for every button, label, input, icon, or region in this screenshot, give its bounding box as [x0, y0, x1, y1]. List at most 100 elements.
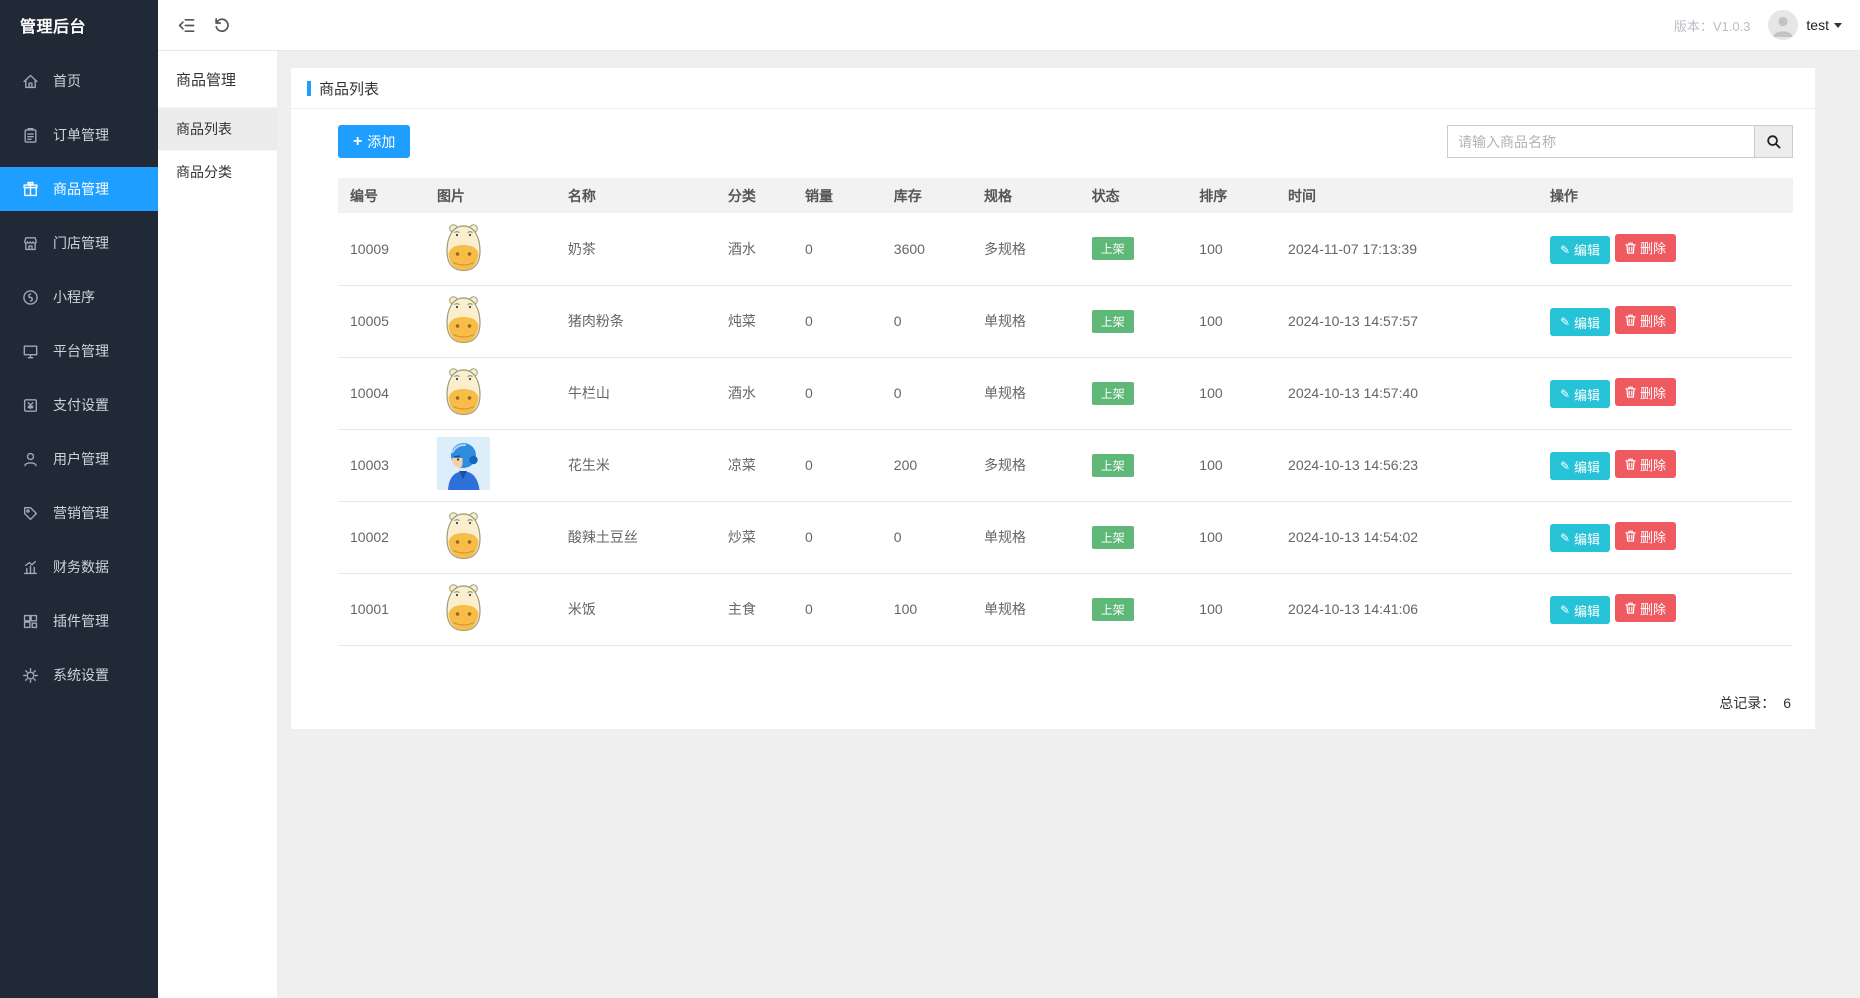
delete-button[interactable]: 删除: [1615, 522, 1677, 550]
product-time: 2024-10-13 14:41:06: [1288, 573, 1550, 646]
product-image-cell: [436, 573, 568, 646]
product-stock: 200: [893, 429, 984, 502]
product-image-cell: [436, 213, 568, 286]
row-actions: ✎ 编辑 删除: [1549, 357, 1793, 430]
collapse-menu-icon[interactable]: [168, 0, 204, 50]
header-image: 图片: [436, 178, 568, 213]
sidebar-item-products[interactable]: 商品管理: [0, 167, 158, 211]
delete-button[interactable]: 删除: [1615, 450, 1677, 478]
sidebar-item-payment[interactable]: 支付设置: [0, 383, 158, 427]
product-spec: 多规格: [983, 429, 1092, 502]
sidebar-item-miniapp[interactable]: 小程序: [0, 275, 158, 319]
product-sort: 100: [1199, 573, 1289, 646]
product-stock: 3600: [893, 213, 984, 286]
product-list-card: 商品列表 + 添加 请输入商品名称 编号 图片 名称 分类 销量 库存 规格 状…: [291, 68, 1815, 729]
product-time: 2024-10-13 14:57:40: [1288, 357, 1550, 430]
edit-button[interactable]: ✎ 编辑: [1549, 380, 1611, 408]
header-time: 时间: [1288, 178, 1550, 213]
delete-button[interactable]: 删除: [1615, 233, 1677, 262]
edit-button[interactable]: ✎ 编辑: [1549, 524, 1611, 552]
topbar: 版本：V1.0.3 test: [158, 0, 1860, 51]
product-category: 炒菜: [727, 501, 806, 574]
product-status-cell: 上架: [1091, 429, 1200, 502]
delete-button[interactable]: 删除: [1615, 378, 1677, 406]
delete-button[interactable]: 删除: [1615, 306, 1677, 334]
table-header-row: 编号 图片 名称 分类 销量 库存 规格 状态 排序 时间 操作: [338, 178, 1793, 213]
header-name: 名称: [567, 178, 728, 213]
pencil-icon: ✎: [1559, 387, 1570, 401]
sidebar-item-users[interactable]: 用户管理: [0, 437, 158, 481]
sidebar-item-label: 插件管理: [53, 613, 109, 629]
product-sales: 0: [805, 357, 894, 430]
product-spec: 单规格: [983, 285, 1092, 358]
product-image: [436, 365, 490, 418]
pencil-icon: ✎: [1559, 531, 1570, 545]
sidebar-item-label: 财务数据: [53, 559, 109, 575]
table-row: 10002 酸辣土豆丝 炒菜 0 0 单规格 上架 100 2024-10-13 14:54:…: [338, 501, 1793, 574]
total-records: 总记录： 6: [338, 646, 1793, 713]
user-menu[interactable]: test: [1768, 10, 1842, 40]
search-input[interactable]: [1447, 125, 1755, 158]
product-time: 2024-10-13 14:54:02: [1288, 501, 1550, 574]
submenu-title[interactable]: 商品管理: [158, 51, 277, 107]
sidebar-item-label: 首页: [53, 73, 81, 89]
edit-button[interactable]: ✎ 编辑: [1549, 452, 1611, 480]
sidebar-item-plugins[interactable]: 插件管理: [0, 599, 158, 643]
row-actions: ✎ 编辑 删除: [1549, 573, 1793, 646]
product-status-cell: 上架: [1091, 213, 1200, 286]
submenu-item-product-category[interactable]: 商品分类: [158, 150, 277, 193]
product-image: [436, 220, 490, 274]
edit-button[interactable]: ✎ 编辑: [1549, 308, 1611, 336]
delete-button[interactable]: 删除: [1615, 594, 1677, 622]
avatar-icon: [1768, 10, 1799, 40]
refresh-icon[interactable]: [204, 0, 240, 50]
user-icon: [21, 450, 39, 468]
product-spec: 单规格: [983, 501, 1092, 574]
product-id: 10009: [338, 213, 437, 286]
product-stock: 0: [893, 501, 984, 574]
sidebar-item-finance[interactable]: 财务数据: [0, 545, 158, 589]
sidebar-item-home[interactable]: 首页: [0, 59, 158, 103]
search-button[interactable]: [1755, 125, 1793, 158]
plugin-icon: [21, 612, 39, 630]
sidebar-item-orders[interactable]: 订单管理: [0, 113, 158, 157]
product-sales: 0: [805, 573, 894, 646]
edit-button[interactable]: ✎ 编辑: [1549, 235, 1611, 264]
search-box: [1447, 125, 1793, 158]
product-name: 牛栏山: [567, 357, 728, 430]
table-row: 10005 猪肉粉条 炖菜 0 0 单规格 上架 100 2024-10-13 14:57:5…: [338, 285, 1793, 358]
product-image-cell: [436, 285, 568, 358]
product-id: 10001: [338, 573, 437, 646]
trash-icon: [1625, 602, 1636, 614]
settings-icon: [21, 666, 39, 684]
product-status-cell: 上架: [1091, 501, 1200, 574]
card-header: 商品列表: [291, 68, 1815, 109]
product-sort: 100: [1199, 285, 1289, 358]
sidebar-item-label: 营销管理: [53, 505, 109, 521]
sidebar: 管理后台 首页 订单管理 商品管理 门店管理 小程序 平台管理 支付设置 用户管…: [0, 0, 158, 998]
title-marker: [307, 80, 311, 96]
product-category: 酒水: [727, 357, 806, 430]
submenu-item-product-list[interactable]: 商品列表: [158, 107, 277, 150]
sidebar-item-platform[interactable]: 平台管理: [0, 329, 158, 373]
platform-icon: [21, 342, 39, 360]
search-icon: [1766, 134, 1782, 150]
sidebar-item-stores[interactable]: 门店管理: [0, 221, 158, 265]
product-image-cell: [436, 501, 568, 574]
miniapp-icon: [21, 288, 39, 306]
trash-icon: [1625, 314, 1636, 326]
product-time: 2024-10-13 14:56:23: [1288, 429, 1550, 502]
product-stock: 0: [893, 357, 984, 430]
add-button[interactable]: + 添加: [338, 125, 411, 158]
product-sales: 0: [805, 429, 894, 502]
product-sort: 100: [1199, 501, 1289, 574]
status-badge: 上架: [1091, 381, 1134, 405]
status-badge: 上架: [1091, 237, 1134, 261]
submenu-panel: 商品管理 商品列表 商品分类: [158, 51, 277, 998]
store-icon: [21, 234, 39, 252]
sidebar-item-marketing[interactable]: 营销管理: [0, 491, 158, 535]
trash-icon: [1625, 242, 1636, 254]
edit-button[interactable]: ✎ 编辑: [1549, 596, 1611, 624]
product-name: 米饭: [567, 573, 728, 646]
sidebar-item-settings[interactable]: 系统设置: [0, 653, 158, 697]
